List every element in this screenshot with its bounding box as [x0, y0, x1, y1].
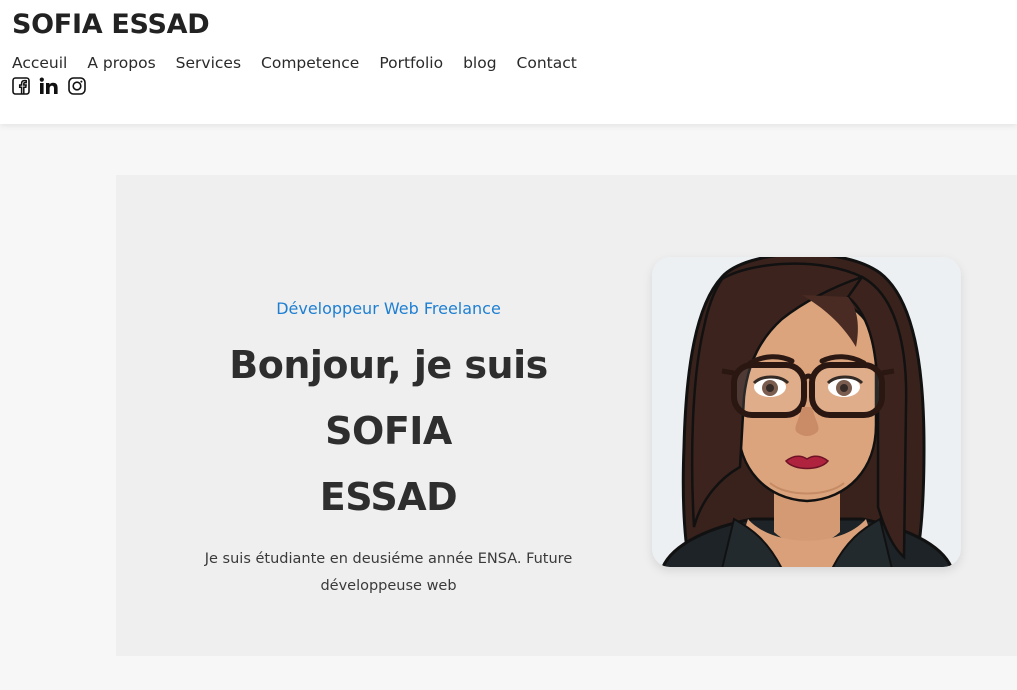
instagram-icon[interactable]	[68, 77, 86, 95]
nav-link-contact[interactable]: Contact	[517, 54, 577, 72]
main-nav: Acceuil A propos Services Competence Por…	[12, 54, 597, 72]
hero-description-line2: développeuse web	[320, 578, 457, 594]
nav-link-blog[interactable]: blog	[463, 54, 496, 72]
nav-link-acceuil[interactable]: Acceuil	[12, 54, 67, 72]
nav-link-competence[interactable]: Competence	[261, 54, 359, 72]
hero-headline-line2: ESSAD	[319, 475, 458, 519]
hero-headline: Bonjour, je suis SOFIA ESSAD	[166, 332, 611, 530]
facebook-icon[interactable]	[12, 77, 30, 95]
avatar	[652, 257, 961, 567]
hero-description: Je suis étudiante en deusiéme année ENSA…	[166, 546, 611, 600]
site-header: SOFIA ESSAD Acceuil A propos Services Co…	[0, 0, 1017, 124]
hero-role: Développeur Web Freelance	[276, 299, 501, 318]
avatar-illustration	[661, 257, 953, 567]
hero-text: Développeur Web Freelance Bonjour, je su…	[166, 299, 611, 600]
hero-section: Développeur Web Freelance Bonjour, je su…	[116, 175, 1017, 656]
nav-link-services[interactable]: Services	[176, 54, 241, 72]
site-title[interactable]: SOFIA ESSAD	[12, 9, 210, 40]
hero-description-line1: Je suis étudiante en deusiéme année ENSA…	[204, 551, 573, 567]
linkedin-icon[interactable]	[39, 77, 59, 95]
nav-link-portfolio[interactable]: Portfolio	[379, 54, 443, 72]
hero-headline-line1: Bonjour, je suis SOFIA	[229, 343, 548, 453]
social-links	[12, 77, 86, 95]
nav-link-a-propos[interactable]: A propos	[87, 54, 155, 72]
